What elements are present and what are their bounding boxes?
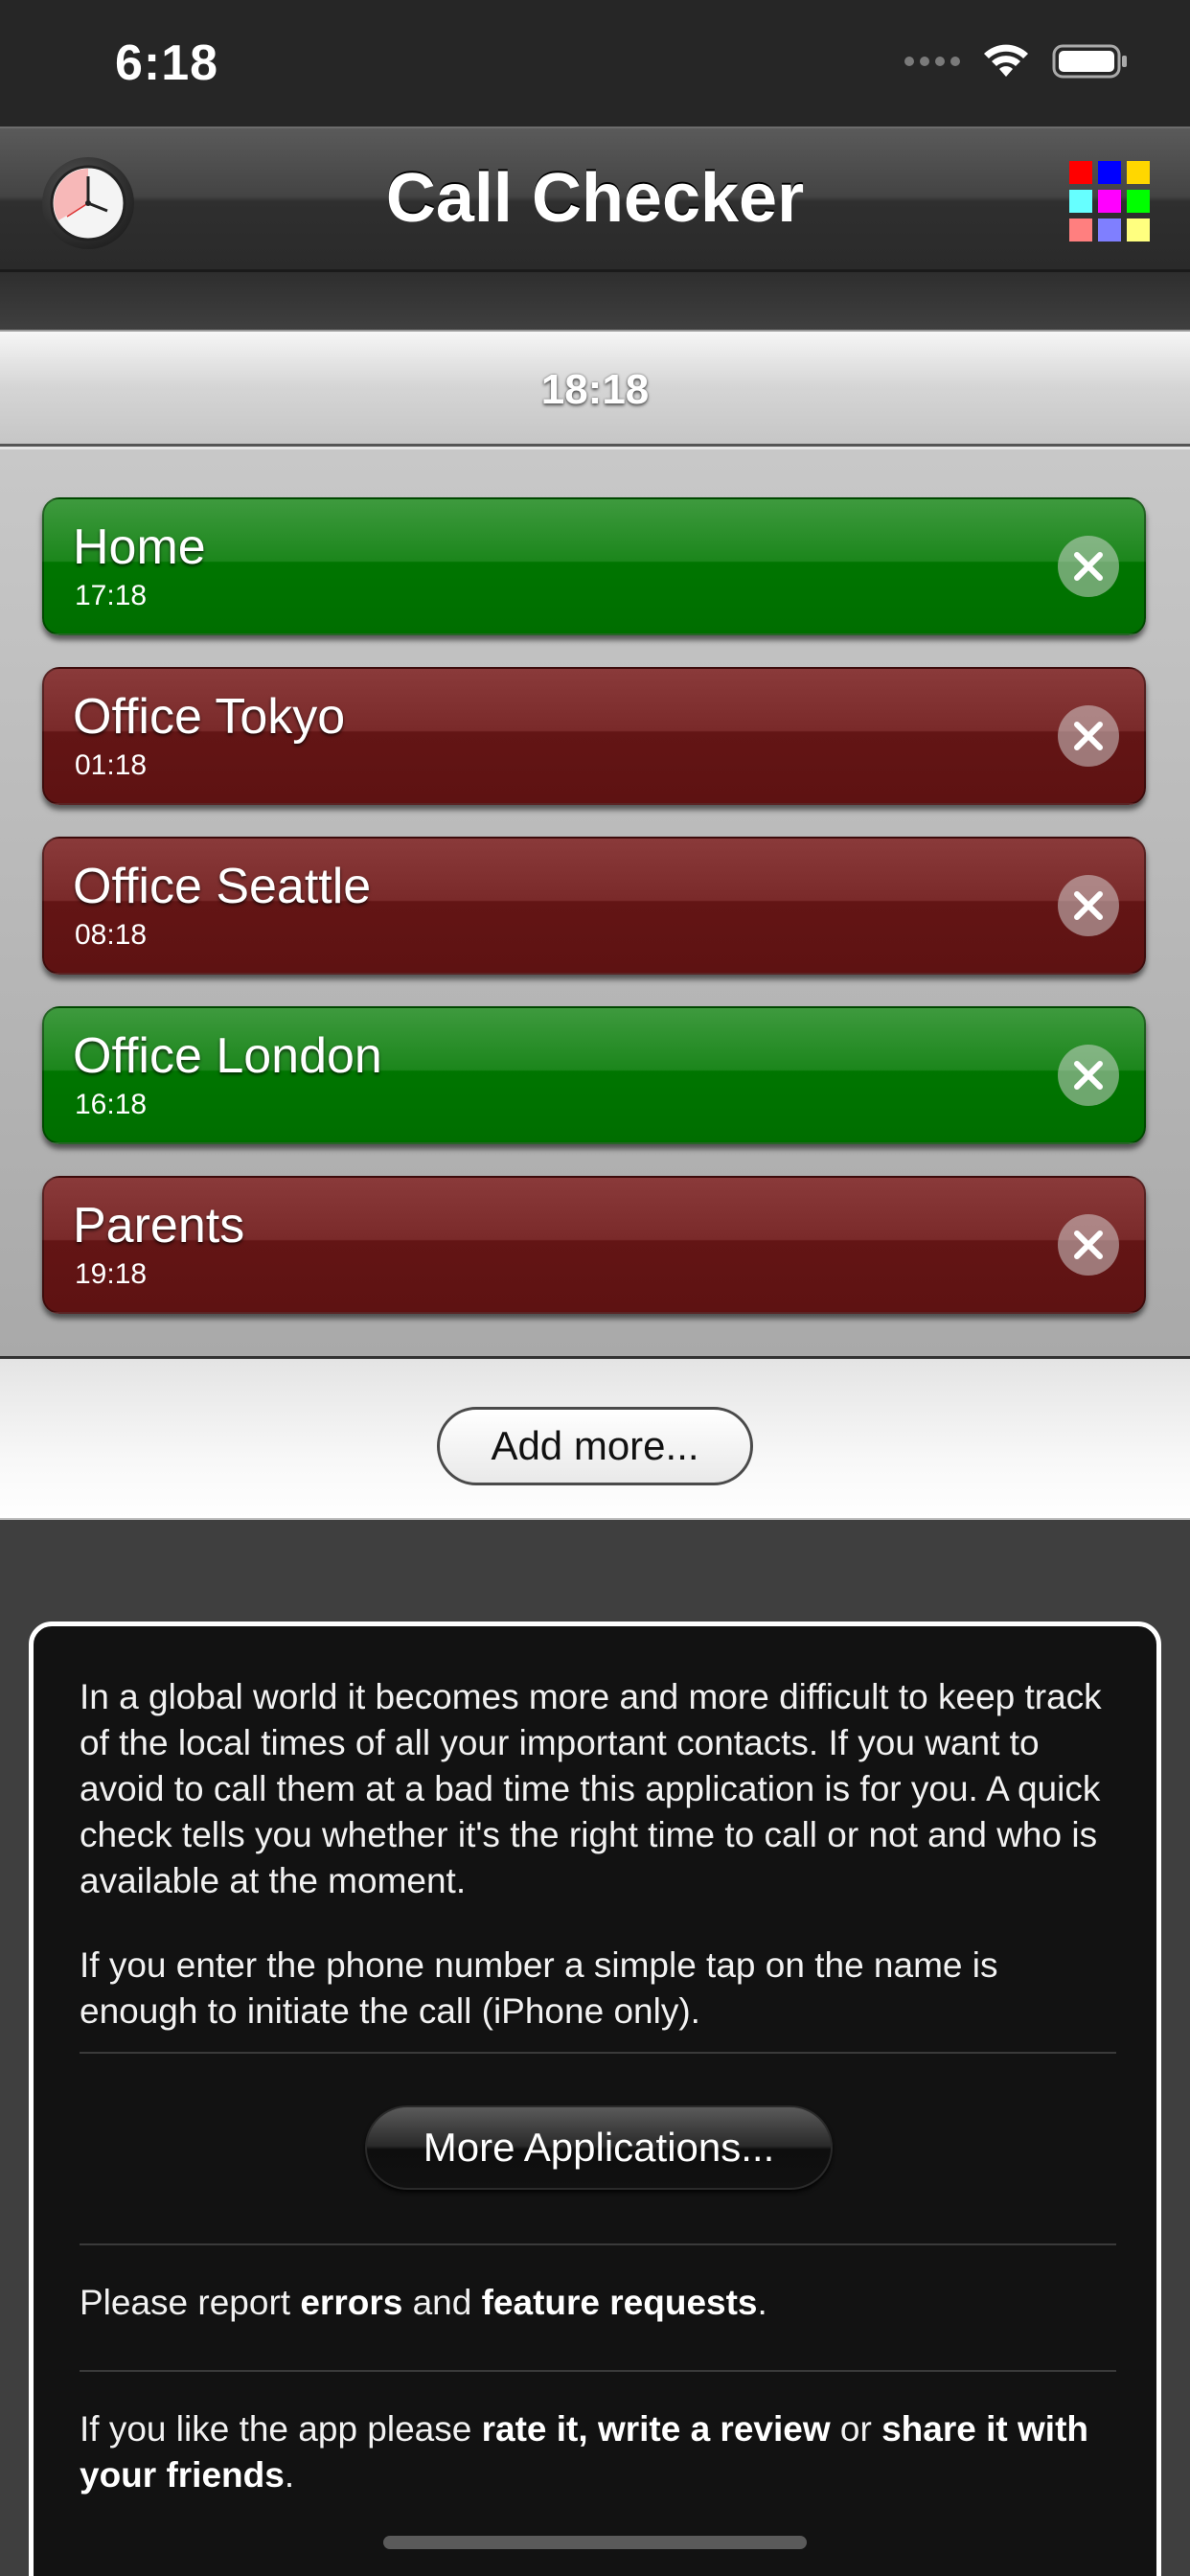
- report-text: Please report errors and feature request…: [80, 2280, 1124, 2326]
- grid-square: [1098, 190, 1121, 213]
- contact-local-time: 17:18: [75, 580, 148, 611]
- contact-name: Office London: [73, 1028, 382, 1084]
- remove-icon[interactable]: [1058, 705, 1119, 767]
- rate-or: or: [830, 2409, 882, 2449]
- divider: [80, 2370, 1116, 2372]
- info-call-hint: If you enter the phone number a simple t…: [80, 1945, 998, 2031]
- contact-name: Parents: [73, 1198, 245, 1254]
- contact-row[interactable]: Office London 16:18: [42, 1006, 1146, 1144]
- info-description: In a global world it becomes more and mo…: [80, 1677, 1102, 1900]
- battery-icon: [1052, 44, 1127, 79]
- contact-row[interactable]: Office Seattle 08:18: [42, 837, 1146, 975]
- cellular-signal-icon: [904, 57, 960, 66]
- info-panel: In a global world it becomes more and mo…: [29, 1622, 1161, 2576]
- contact-local-time: 16:18: [75, 1089, 148, 1120]
- grid-square: [1098, 161, 1121, 184]
- status-bar: 6:18: [0, 0, 1190, 126]
- contacts-list: Home 17:18 Office Tokyo 01:18 Office Sea…: [0, 447, 1190, 1359]
- contact-row[interactable]: Office Tokyo 01:18: [42, 667, 1146, 805]
- contact-local-time: 19:18: [75, 1258, 148, 1290]
- grid-square: [1069, 161, 1092, 184]
- rate-suffix: .: [284, 2455, 295, 2495]
- grid-square: [1069, 218, 1092, 242]
- remove-icon[interactable]: [1058, 1214, 1119, 1276]
- report-prefix: Please report: [80, 2283, 301, 2322]
- contact-row[interactable]: Parents 19:18: [42, 1176, 1146, 1314]
- contact-row[interactable]: Home 17:18: [42, 497, 1146, 635]
- wifi-icon: [984, 44, 1028, 77]
- status-time: 6:18: [115, 35, 219, 91]
- divider: [80, 2052, 1116, 2054]
- add-more-button[interactable]: Add more...: [437, 1407, 753, 1485]
- add-more-bar: Add more...: [0, 1359, 1190, 1520]
- grid-square: [1098, 218, 1121, 242]
- rate-prefix: If you like the app please: [80, 2409, 482, 2449]
- remove-icon[interactable]: [1058, 536, 1119, 597]
- grid-square: [1127, 190, 1150, 213]
- errors-link[interactable]: errors: [300, 2283, 402, 2322]
- status-icons: [904, 42, 1129, 80]
- grid-square: [1127, 161, 1150, 184]
- grid-square: [1127, 218, 1150, 242]
- feature-requests-link[interactable]: feature requests: [482, 2283, 758, 2322]
- contact-name: Office Seattle: [73, 859, 372, 914]
- nav-shadow: [0, 272, 1190, 330]
- contact-name: Office Tokyo: [73, 689, 346, 745]
- report-and: and: [402, 2283, 482, 2322]
- current-time-bar: 18:18: [0, 330, 1190, 447]
- remove-icon[interactable]: [1058, 1045, 1119, 1106]
- rate-text: If you like the app please rate it, writ…: [80, 2406, 1124, 2498]
- home-indicator: [383, 2536, 807, 2549]
- grid-square: [1069, 190, 1092, 213]
- contact-local-time: 08:18: [75, 919, 148, 951]
- navigation-bar: Call Checker: [0, 126, 1190, 272]
- contact-local-time: 01:18: [75, 749, 148, 781]
- remove-icon[interactable]: [1058, 875, 1119, 936]
- report-suffix: .: [757, 2283, 767, 2322]
- current-time: 18:18: [540, 366, 650, 413]
- apps-grid-icon[interactable]: [1069, 161, 1156, 247]
- page-title: Call Checker: [385, 160, 805, 237]
- divider: [80, 2243, 1116, 2245]
- more-applications-button[interactable]: More Applications...: [365, 2105, 833, 2190]
- contact-name: Home: [73, 519, 206, 575]
- rate-review-link[interactable]: rate it, write a review: [482, 2409, 831, 2449]
